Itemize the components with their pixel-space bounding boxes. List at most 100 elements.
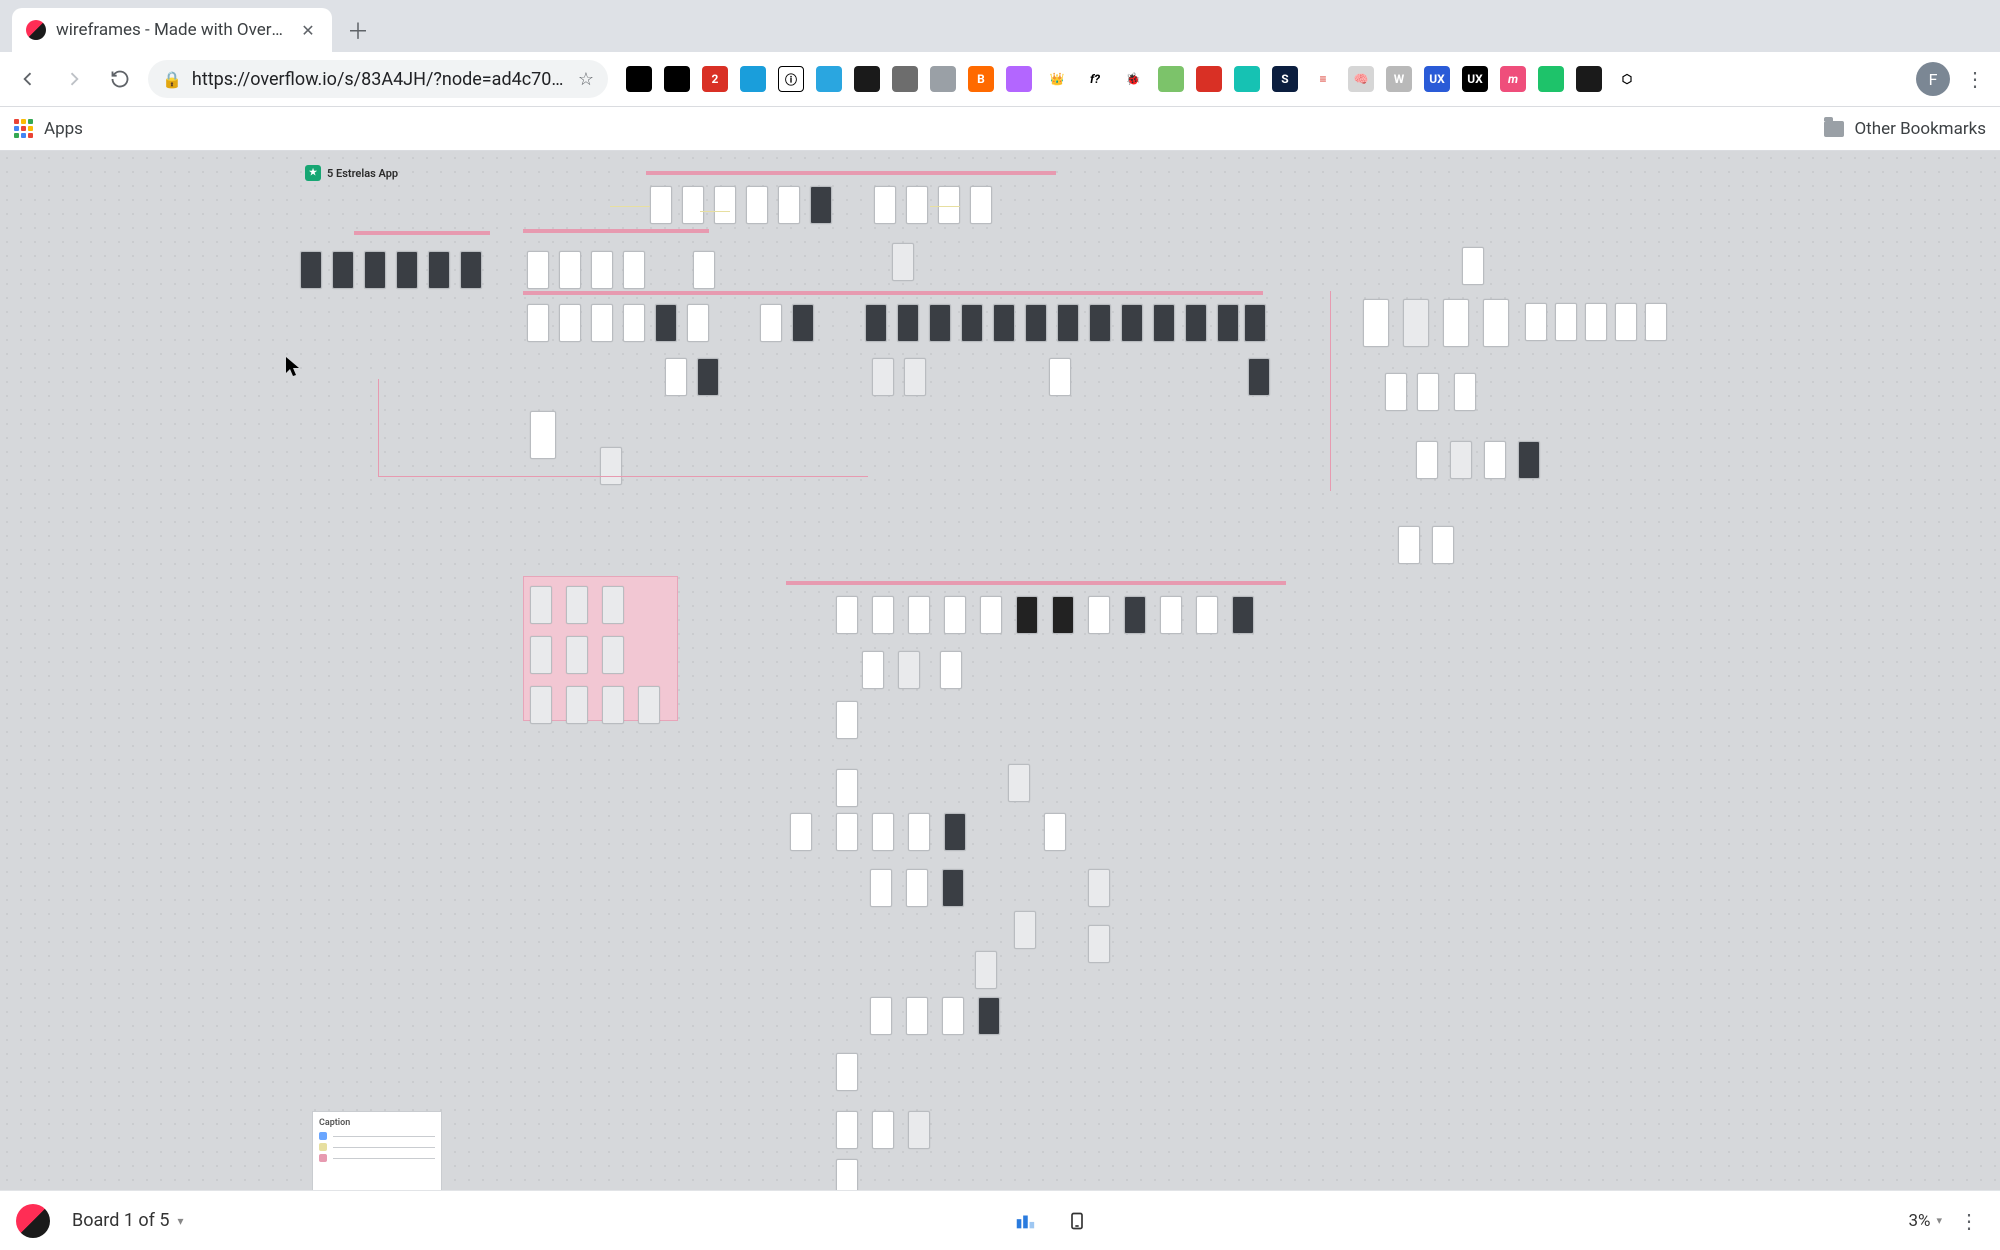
bookmark-star-icon[interactable]: ☆ [578, 69, 594, 90]
wireframe-screen[interactable] [559, 251, 581, 289]
wireframe-screen[interactable] [872, 596, 894, 634]
extension-icon[interactable]: ⬡ [1614, 66, 1640, 92]
wireframe-screen[interactable] [559, 304, 581, 342]
wireframe-screen[interactable] [908, 813, 930, 851]
wireframe-screen[interactable] [1432, 526, 1454, 564]
extension-icon[interactable] [816, 66, 842, 92]
overflow-logo-icon[interactable] [16, 1204, 50, 1238]
wireframe-screen[interactable] [1398, 526, 1420, 564]
wireframe-screen[interactable] [1484, 441, 1506, 479]
wireframe-screen[interactable] [566, 636, 588, 674]
wireframe-screen[interactable] [978, 997, 1000, 1035]
wireframe-screen[interactable] [942, 869, 964, 907]
wireframe-screen[interactable] [940, 651, 962, 689]
extension-icon[interactable] [854, 66, 880, 92]
wireframe-screen[interactable] [970, 186, 992, 224]
wireframe-screen[interactable] [600, 447, 622, 485]
wireframe-screen[interactable] [810, 186, 832, 224]
wireframe-screen[interactable] [1417, 373, 1439, 411]
extension-icon[interactable]: UX [1462, 66, 1488, 92]
wireframe-screen[interactable] [1232, 596, 1254, 634]
extension-icon[interactable]: m [1500, 66, 1526, 92]
wireframe-screen[interactable] [1088, 596, 1110, 634]
wireframe-screen[interactable] [1088, 869, 1110, 907]
extension-icon[interactable] [740, 66, 766, 92]
wireframe-screen[interactable] [1044, 813, 1066, 851]
wireframe-screen[interactable] [1555, 303, 1577, 341]
wireframe-screen[interactable] [1244, 304, 1266, 342]
wireframe-screen[interactable] [364, 251, 386, 289]
wireframe-screen[interactable] [665, 358, 687, 396]
wireframe-screen[interactable] [1462, 247, 1484, 285]
extension-icon[interactable]: ⓘ [778, 66, 804, 92]
wireframe-screen[interactable] [872, 1111, 894, 1149]
apps-icon[interactable] [14, 119, 34, 139]
wireframe-screen[interactable] [602, 636, 624, 674]
zoom-control[interactable]: 3% ▾ [1908, 1211, 1942, 1231]
wireframe-screen[interactable] [1403, 299, 1429, 347]
forward-button[interactable] [56, 61, 92, 97]
wireframe-screen[interactable] [1443, 299, 1469, 347]
wireframe-screen[interactable] [836, 701, 858, 739]
wireframe-screen[interactable] [428, 251, 450, 289]
present-view-button[interactable] [1058, 1202, 1096, 1240]
chrome-menu-button[interactable]: ⋮ [1960, 64, 1990, 94]
wireframe-screen[interactable] [874, 186, 896, 224]
wireframe-screen[interactable] [790, 813, 812, 851]
wireframe-screen[interactable] [591, 251, 613, 289]
wireframe-screen[interactable] [904, 358, 926, 396]
extension-icon[interactable] [930, 66, 956, 92]
extension-icon[interactable]: S [1272, 66, 1298, 92]
wireframe-screen[interactable] [792, 304, 814, 342]
wireframe-screen[interactable] [602, 686, 624, 724]
extension-icon[interactable]: 🐞 [1120, 66, 1146, 92]
wireframe-screen[interactable] [1153, 304, 1175, 342]
extension-icon[interactable]: 🧠 [1348, 66, 1374, 92]
extension-icon[interactable] [626, 66, 652, 92]
wireframe-screen[interactable] [697, 358, 719, 396]
overflow-canvas[interactable]: ★ 5 Estrelas App Caption Board 1 of 5 ▾ [0, 151, 2000, 1250]
wireframe-screen[interactable] [980, 596, 1002, 634]
wireframe-screen[interactable] [944, 813, 966, 851]
wireframe-screen[interactable] [1196, 596, 1218, 634]
wireframe-screen[interactable] [898, 651, 920, 689]
wireframe-screen[interactable] [396, 251, 418, 289]
other-bookmarks[interactable]: Other Bookmarks [1854, 119, 1986, 139]
address-bar[interactable]: 🔒 https://overflow.io/s/83A4JH/?node=ad4… [148, 60, 608, 98]
wireframe-screen[interactable] [908, 1111, 930, 1149]
wireframe-screen[interactable] [892, 243, 914, 281]
wireframe-screen[interactable] [1454, 373, 1476, 411]
wireframe-screen[interactable] [870, 997, 892, 1035]
extension-icon[interactable] [664, 66, 690, 92]
wireframe-screen[interactable] [1483, 299, 1509, 347]
extension-icon[interactable]: ≡ [1310, 66, 1336, 92]
wireframe-screen[interactable] [906, 186, 928, 224]
wireframe-screen[interactable] [993, 304, 1015, 342]
extension-icon[interactable]: f? [1082, 66, 1108, 92]
wireframe-screen[interactable] [760, 304, 782, 342]
wireframe-screen[interactable] [1585, 303, 1607, 341]
wireframe-screen[interactable] [687, 304, 709, 342]
wireframe-screen[interactable] [1088, 925, 1110, 963]
wireframe-screen[interactable] [897, 304, 919, 342]
wireframe-screen[interactable] [1016, 596, 1038, 634]
profile-avatar[interactable]: F [1916, 62, 1950, 96]
wireframe-screen[interactable] [566, 686, 588, 724]
wireframe-screen[interactable] [862, 651, 884, 689]
flow-view-button[interactable] [1006, 1202, 1044, 1240]
wireframe-screen[interactable] [1518, 441, 1540, 479]
wireframe-screen[interactable] [1217, 304, 1239, 342]
wireframe-screen[interactable] [714, 186, 736, 224]
wireframe-screen[interactable] [530, 636, 552, 674]
wireframe-screen[interactable] [530, 586, 552, 624]
wireframe-screen[interactable] [1615, 303, 1637, 341]
wireframe-screen[interactable] [836, 596, 858, 634]
wireframe-screen[interactable] [942, 997, 964, 1035]
extension-icon[interactable] [1576, 66, 1602, 92]
wireframe-screen[interactable] [836, 1053, 858, 1091]
wireframe-screen[interactable] [906, 997, 928, 1035]
wireframe-screen[interactable] [865, 304, 887, 342]
overflow-menu-button[interactable]: ⋮ [1954, 1206, 1984, 1236]
extension-icon[interactable] [1538, 66, 1564, 92]
wireframe-screen[interactable] [1248, 358, 1270, 396]
